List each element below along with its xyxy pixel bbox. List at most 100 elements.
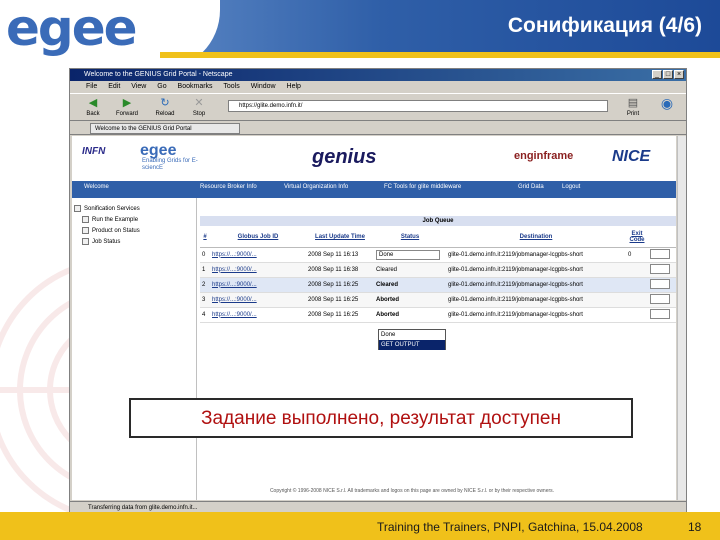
row-status: Cleared [374,262,446,278]
row-status: Aborted [374,292,446,308]
row-exit-code [626,292,648,308]
egee-logo-text: egee [6,0,138,57]
stop-label: Stop [192,111,206,117]
print-label: Print [626,111,640,117]
row-time: 2008 Sep 11 16:13 [306,247,374,263]
menu-bookmarks[interactable]: Bookmarks [178,83,213,90]
genius-logo: genius [312,146,377,168]
document-icon [82,237,89,245]
browser-title-bar: Welcome to the GENIUS Grid Portal - Nets… [70,69,686,81]
tab-genius-portal[interactable]: Welcome to the GENIUS Grid Portal [90,123,240,134]
job-id-link[interactable]: https://...:9000/... [210,262,306,278]
row-select-box[interactable] [650,308,670,319]
row-index: 1 [200,262,210,278]
row-time: 2008 Sep 11 16:25 [306,307,374,323]
nav-fc-tools[interactable]: FC Tools for glite middleware [384,184,461,190]
row-exit-code [626,277,648,293]
job-id-link[interactable]: https://...:9000/... [210,307,306,323]
forward-button[interactable]: ▶ Forward [114,96,140,120]
nav-vo-info[interactable]: Virtual Organization Info [284,184,348,190]
status-select[interactable]: Done [376,249,440,260]
reload-icon: ↻ [160,97,170,109]
row-status-cell: Done [374,247,446,263]
document-icon [82,215,89,223]
portal-copyright: Copyright © 1996-2008 NICE S.r.l. All tr… [269,488,555,494]
egee-logo: egee [6,0,176,57]
table-row: 3 https://...:9000/... 2008 Sep 11 16:25… [200,292,676,308]
row-select-box[interactable] [650,293,670,304]
close-button[interactable]: × [674,70,684,79]
row-destination: glite-01.demo.infn.it:2119/jobmanager-lc… [446,307,626,323]
back-button[interactable]: ◀ Back [80,96,106,120]
row-select-cell [648,277,676,293]
menu-file[interactable]: File [86,83,97,90]
job-id-link[interactable]: https://...:9000/... [210,292,306,308]
tree-label: Job Status [92,239,121,245]
dropdown-option-get-output[interactable]: GET OUTPUT [379,340,445,350]
infn-logo: INFN [82,146,106,157]
dropdown-option-done[interactable]: Done [379,330,445,340]
address-bar[interactable]: https://glite.demo.infn.it/ [228,100,608,112]
back-arrow-icon: ◀ [88,97,98,109]
col-destination[interactable]: Destination [446,227,626,248]
row-exit-code [626,262,648,278]
browser-window: Welcome to the GENIUS Grid Portal - Nets… [69,68,687,515]
row-select-cell [648,262,676,278]
folder-icon [74,204,81,212]
address-text: https://glite.demo.infn.it/ [239,103,303,109]
menu-help[interactable]: Help [287,83,301,90]
tree-item-product-status[interactable]: Product on Status [74,226,194,237]
row-select-cell [648,247,676,263]
job-id-link[interactable]: https://...:9000/... [210,277,306,293]
web-page: INFN egee Enabling Grids for E-sciencE g… [72,136,676,500]
vertical-scrollbar[interactable] [677,136,686,500]
row-destination: glite-01.demo.infn.it:2119/jobmanager-lc… [446,292,626,308]
sidebar-divider [196,198,197,500]
tree-item-sonification[interactable]: Sonification Services [74,204,194,215]
row-time: 2008 Sep 11 16:25 [306,277,374,293]
nav-resource-broker[interactable]: Resource Broker Info [200,184,257,190]
table-row: 2 https://...:9000/... 2008 Sep 11 16:25… [200,277,676,293]
menu-edit[interactable]: Edit [108,83,120,90]
row-index: 0 [200,247,210,263]
job-id-link[interactable]: https://...:9000/... [210,247,306,263]
row-status: Cleared [374,277,446,293]
col-index: # [200,227,210,248]
row-select-box[interactable] [650,278,670,289]
row-select-box[interactable] [650,248,670,259]
row-exit-code: 0 [626,247,648,263]
nav-grid-data[interactable]: Grid Data [518,184,544,190]
maximize-button[interactable]: □ [663,70,673,79]
netscape-throbber: ◉ [654,96,680,120]
menu-bar: File Edit View Go Bookmarks Tools Window… [70,81,686,93]
col-status[interactable]: Status [374,227,446,248]
menu-go[interactable]: Go [157,83,166,90]
reload-button[interactable]: ↻ Reload [152,96,178,120]
nav-welcome[interactable]: Welcome [84,184,109,190]
row-select-cell [648,292,676,308]
slide-footer: Training the Trainers, PNPI, Gatchina, 1… [0,512,720,540]
stop-icon: ✕ [194,97,204,109]
row-select-box[interactable] [650,263,670,274]
nav-logout[interactable]: Logout [562,184,580,190]
tree-item-run-example[interactable]: Run the Example [74,215,194,226]
row-index: 3 [200,292,210,308]
col-job-id[interactable]: Globus Job ID [210,227,306,248]
col-exit-code[interactable]: Exit Code [626,227,648,248]
col-last-update[interactable]: Last Update Time [306,227,374,248]
stop-button[interactable]: ✕ Stop [186,96,212,120]
menu-window[interactable]: Window [251,83,276,90]
slide-header: egee Сонификация (4/6) [0,0,720,70]
tree-label: Product on Status [92,228,140,234]
minimize-button[interactable]: _ [652,70,662,79]
tree-item-job-status[interactable]: Job Status [74,237,194,248]
status-dropdown-list: Done GET OUTPUT [378,329,446,350]
table-header-row: # Globus Job ID Last Update Time Status … [200,227,676,248]
document-icon [82,226,89,234]
menu-view[interactable]: View [131,83,146,90]
caption-box: Задание выполнено, результат доступен [129,398,633,438]
print-button[interactable]: ▤ Print [620,96,646,120]
menu-tools[interactable]: Tools [223,83,239,90]
forward-label: Forward [115,111,138,117]
status-text: Transferring data from glite.demo.infn.i… [88,505,198,511]
